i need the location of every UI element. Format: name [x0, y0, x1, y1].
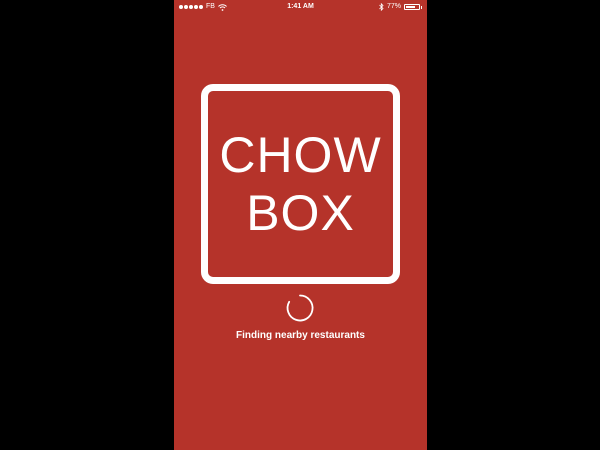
- battery-icon: [404, 4, 420, 10]
- status-bar: FB 1:41 AM 77%: [174, 0, 427, 14]
- chowbox-logo: CHOW BOX: [201, 84, 400, 284]
- logo-line-1: CHOW: [219, 127, 382, 183]
- bluetooth-icon: [379, 3, 384, 11]
- logo-line-2: BOX: [246, 185, 355, 241]
- status-right: 77%: [379, 0, 422, 14]
- loading-message: Finding nearby restaurants: [236, 330, 365, 341]
- battery-level-fill: [406, 6, 416, 8]
- splash-screen: FB 1:41 AM 77% CHOW BOX Finding nearby r…: [174, 0, 427, 450]
- loading-spinner-icon: [286, 294, 314, 322]
- battery-percent: 77%: [386, 3, 401, 10]
- battery-tip: [421, 5, 422, 9]
